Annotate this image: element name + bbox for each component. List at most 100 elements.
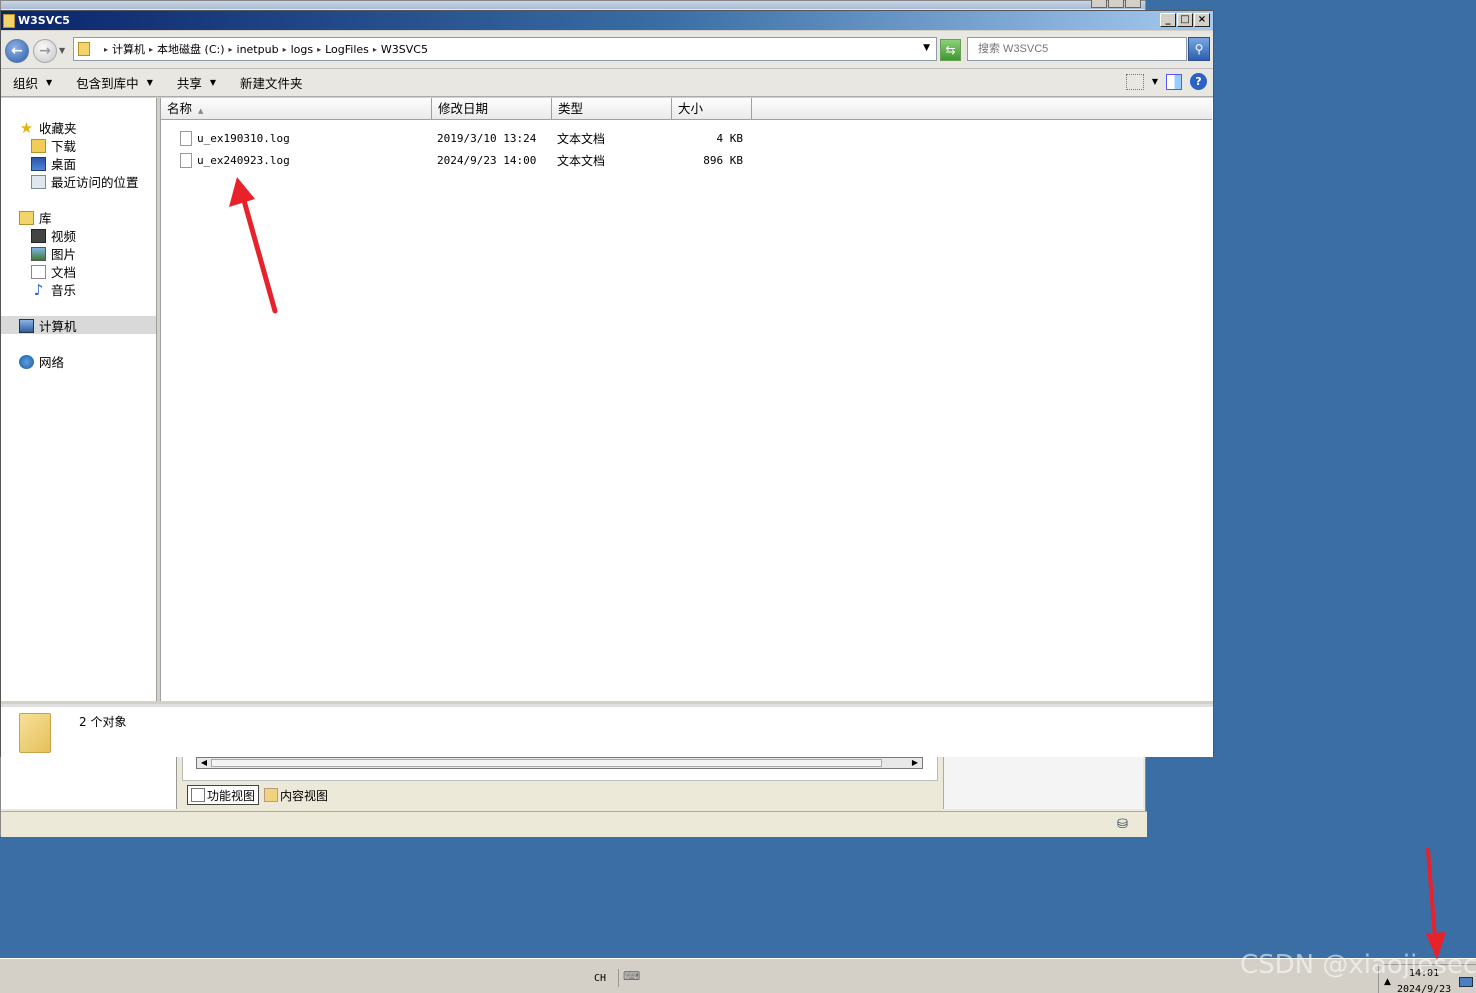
nav-item-desktop[interactable]: 桌面 <box>31 154 76 173</box>
chevron-down-icon[interactable]: ▸ <box>317 45 321 54</box>
nav-item-network[interactable]: 网络 <box>19 352 64 371</box>
preview-pane-icon[interactable] <box>1166 73 1182 90</box>
scroll-thumb[interactable] <box>211 759 882 767</box>
column-header-modified[interactable]: 修改日期 <box>432 98 552 120</box>
document-icon <box>31 264 46 279</box>
star-icon: ★ <box>19 118 34 137</box>
search-icon: ⚲ <box>1194 42 1204 56</box>
breadcrumb-inetpub[interactable]: inetpub <box>237 43 279 56</box>
nav-item-label: 收藏夹 <box>39 121 77 136</box>
help-icon[interactable]: ? <box>1190 73 1207 90</box>
chevron-down-icon[interactable]: ▼ <box>1152 77 1158 86</box>
breadcrumb-computer[interactable]: 计算机 <box>112 41 145 57</box>
keyboard-icon[interactable]: ⌨ <box>618 969 640 987</box>
folder-icon <box>78 42 90 56</box>
sort-ascending-icon: ▲ <box>198 107 204 115</box>
organize-label: 组织 <box>13 76 39 91</box>
file-name: u_ex190310.log <box>197 131 290 145</box>
include-in-library-menu[interactable]: 包含到库中 ▼ <box>64 69 165 97</box>
nav-item-label: 计算机 <box>39 319 77 334</box>
annotation-arrow <box>229 177 278 314</box>
include-library-label: 包含到库中 <box>76 76 139 91</box>
column-header-size[interactable]: 大小 <box>672 98 752 120</box>
tab-content-view[interactable]: 内容视图 <box>261 785 331 805</box>
recent-pages-dropdown-icon[interactable]: ▼ <box>59 46 65 55</box>
nav-item-label: 图片 <box>51 247 77 262</box>
video-icon <box>31 228 46 243</box>
chevron-down-icon[interactable]: ▸ <box>104 45 108 54</box>
breadcrumb-w3svc5[interactable]: W3SVC5 <box>381 43 428 56</box>
nav-item-favorites[interactable]: ★ 收藏夹 <box>19 118 77 137</box>
download-folder-icon <box>31 138 46 153</box>
network-icon <box>19 354 34 369</box>
nav-item-recent-places[interactable]: 最近访问的位置 <box>31 172 139 191</box>
desktop-icon <box>31 156 46 171</box>
titlebar[interactable]: W3SVC5 _ □ × <box>1 11 1213 30</box>
refresh-icon: ⇆ <box>945 43 956 57</box>
chevron-down-icon: ▼ <box>46 78 53 87</box>
new-folder-button[interactable]: 新建文件夹 <box>228 69 315 97</box>
scroll-left-icon[interactable]: ◀ <box>198 758 210 768</box>
column-header-type-label: 类型 <box>558 101 584 116</box>
chevron-down-icon: ▼ <box>209 78 217 87</box>
breadcrumb-logs[interactable]: logs <box>291 43 314 56</box>
nav-item-label: 网络 <box>39 355 65 370</box>
picture-icon <box>31 246 46 261</box>
library-icon <box>19 210 34 225</box>
file-row[interactable]: u_ex190310.log 2019/3/10 13:24 文本文档 4 KB <box>161 127 1161 149</box>
breadcrumb-logfiles[interactable]: LogFiles <box>325 43 369 56</box>
nav-item-computer[interactable]: 计算机 <box>19 316 77 335</box>
nav-item-music[interactable]: ♪ 音乐 <box>31 280 76 299</box>
chevron-down-icon[interactable]: ▸ <box>283 45 287 54</box>
address-bar[interactable]: ▸ 计算机 ▸ 本地磁盘 (C:) ▸ inetpub ▸ logs ▸ Log… <box>73 37 937 61</box>
chevron-down-icon: ▼ <box>146 78 153 87</box>
tab-features-view[interactable]: 功能视图 <box>187 785 260 805</box>
chevron-down-icon[interactable]: ▸ <box>373 45 377 54</box>
nav-item-downloads[interactable]: 下载 <box>31 136 76 155</box>
refresh-button[interactable]: ⇆ <box>940 39 961 61</box>
computer-icon <box>19 318 34 333</box>
file-row[interactable]: u_ex240923.log 2024/9/23 14:00 文本文档 896 … <box>161 149 1161 171</box>
column-header-modified-label: 修改日期 <box>438 101 489 116</box>
file-name: u_ex240923.log <box>197 153 290 167</box>
breadcrumb: ▸ 计算机 ▸ 本地磁盘 (C:) ▸ inetpub ▸ logs ▸ Log… <box>100 41 428 57</box>
search-button[interactable]: ⚲ <box>1188 37 1210 61</box>
bg-left-pane <box>1 757 177 809</box>
bg-minimize-button[interactable] <box>1091 0 1107 8</box>
nav-item-libraries[interactable]: 库 <box>19 208 52 227</box>
breadcrumb-local-disk[interactable]: 本地磁盘 (C:) <box>157 41 224 57</box>
bg-maximize-button[interactable] <box>1108 0 1124 8</box>
column-header-type[interactable]: 类型 <box>552 98 672 120</box>
view-options-icon[interactable] <box>1125 73 1144 90</box>
background-window-controls <box>1091 0 1141 8</box>
minimize-button[interactable]: _ <box>1160 13 1176 27</box>
nav-item-documents[interactable]: 文档 <box>31 262 76 281</box>
tab-content-view-label: 内容视图 <box>280 788 329 803</box>
organize-menu[interactable]: 组织 ▼ <box>1 69 64 97</box>
command-bar: 组织 ▼ 包含到库中 ▼ 共享 ▼ 新建文件夹 ▼ ? <box>1 69 1213 97</box>
search-input[interactable] <box>967 37 1187 61</box>
address-history-dropdown-icon[interactable]: ▼ <box>923 43 930 53</box>
nav-item-videos[interactable]: 视频 <box>31 226 76 245</box>
maximize-button[interactable]: □ <box>1177 13 1193 27</box>
language-indicator[interactable]: CH <box>594 973 606 984</box>
explorer-window: W3SVC5 _ □ × ← → ▼ ▸ 计算机 ▸ 本地磁盘 (C:) ▸ i… <box>0 10 1214 757</box>
file-size: 896 KB <box>703 153 743 167</box>
close-button[interactable]: × <box>1194 13 1210 27</box>
bg-close-button[interactable] <box>1125 0 1141 8</box>
file-type: 文本文档 <box>557 153 606 168</box>
column-header-name[interactable]: 名称 ▲ <box>161 98 432 120</box>
clock-date[interactable]: 2024/9/23 <box>1397 984 1451 993</box>
arrow-right-icon: → <box>39 43 51 59</box>
share-menu[interactable]: 共享 ▼ <box>165 69 228 97</box>
chevron-down-icon[interactable]: ▸ <box>229 45 233 54</box>
nav-item-pictures[interactable]: 图片 <box>31 244 76 263</box>
back-button[interactable]: ← <box>5 39 29 63</box>
scroll-right-icon[interactable]: ▶ <box>909 758 921 768</box>
chevron-down-icon[interactable]: ▸ <box>149 45 153 54</box>
bg-horizontal-scrollbar[interactable]: ◀ ▶ <box>196 757 923 769</box>
forward-button[interactable]: → <box>33 39 57 63</box>
nav-item-label: 文档 <box>51 265 77 280</box>
navigation-pane: ★ 收藏夹 下载 桌面 最近访问的位置 库 视频 图片 文档 ♪ 音乐 计算机 … <box>1 98 157 701</box>
file-modified: 2019/3/10 13:24 <box>437 131 537 145</box>
